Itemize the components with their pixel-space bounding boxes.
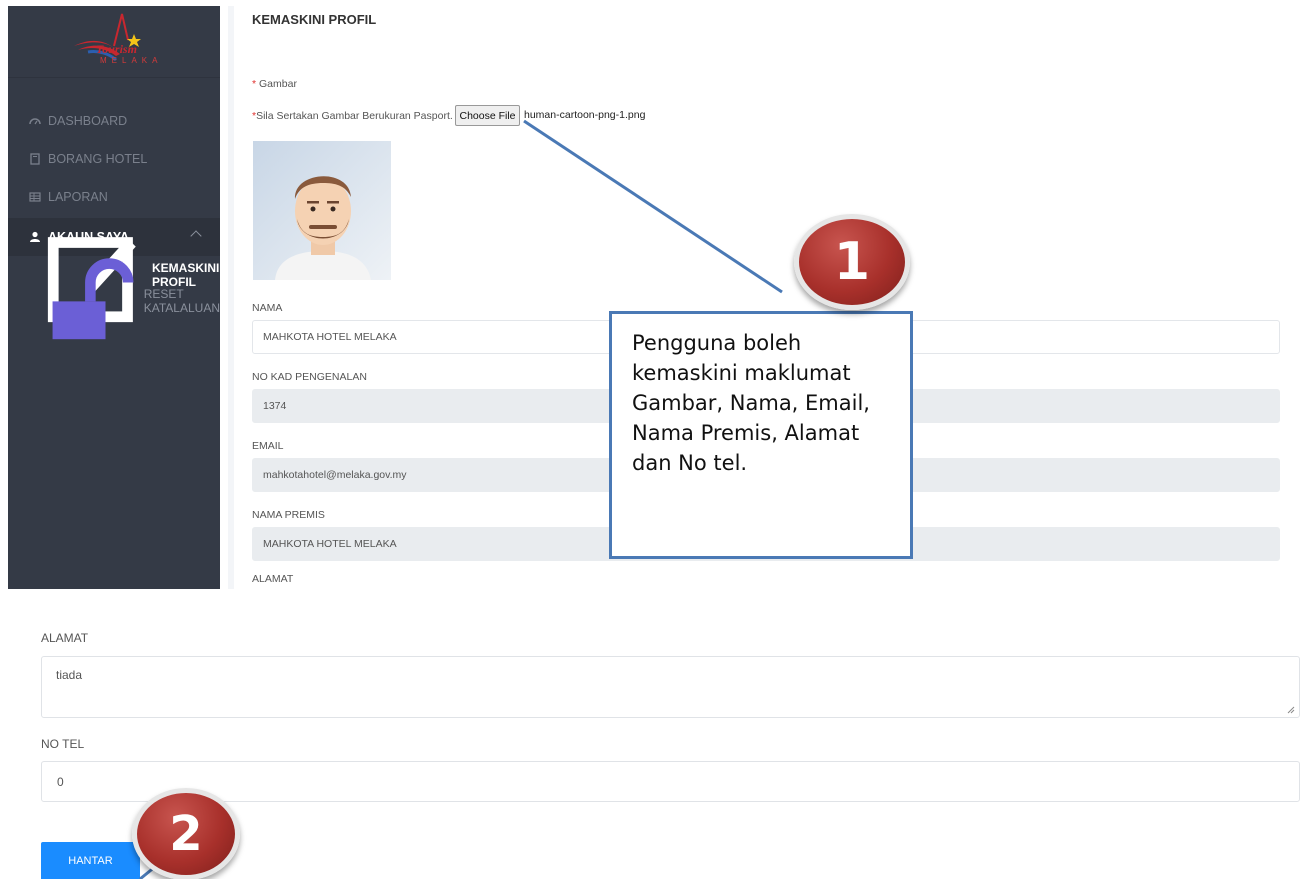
callout-note: Pengguna boleh kemaskini maklumat Gambar… [609,311,913,559]
chevron-up-icon [190,230,202,242]
premis-label: NAMA PREMIS [252,509,325,521]
choose-file-button[interactable]: Choose File [455,105,520,126]
logo-subtitle: MELAKA [100,56,163,65]
nama-value: MAHKOTA HOTEL MELAKA [263,331,397,343]
sidebar-subitem-label: RESET KATALALUAN [143,287,220,315]
tel-value: 0 [57,774,64,789]
sidebar-item-borang-hotel[interactable]: BORANG HOTEL [8,140,220,178]
alamat-label: ALAMAT [41,631,89,645]
resize-grip-icon[interactable] [1287,706,1295,714]
tel-label: NO TEL [41,737,85,751]
email-label: EMAIL [252,440,284,452]
gambar-hint: *Sila Sertakan Gambar Berukuran Pasport. [252,110,453,122]
avatar-illustration-icon [253,141,391,280]
file-icon [30,153,40,165]
ic-label: NO KAD PENGENALAN [252,371,367,383]
sidebar-item-dashboard[interactable]: DASHBOARD [8,102,220,140]
step-badge-2: 2 [132,788,240,879]
sidebar-item-label: LAPORAN [48,190,108,204]
email-value: mahkotahotel@melaka.gov.my [263,469,407,481]
page-title: KEMASKINI PROFIL [252,12,377,27]
sidebar: Tourism MELAKA DASHBOARD BORANG HOTEL LA… [8,6,220,589]
required-mark: * [252,78,257,90]
dashboard-icon [29,118,41,125]
alamat-value: tiada [56,668,83,682]
gambar-hint-text: Sila Sertakan Gambar Berukuran Pasport. [256,110,453,122]
table-icon [29,192,41,202]
alamat-textarea[interactable]: tiada [41,656,1300,718]
sidebar-item-label: DASHBOARD [48,114,128,128]
user-icon [30,231,40,242]
sidebar-item-label: BORANG HOTEL [48,152,148,166]
alamat-label-top: ALAMAT [252,573,294,585]
profile-photo [253,141,391,280]
hantar-button[interactable]: HANTAR [41,842,140,879]
file-name: human-cartoon-png-1.png [524,109,646,121]
logo-wordmark: Tourism [96,42,137,56]
unlock-icon [52,257,134,339]
callout-note-text: Pengguna boleh kemaskini maklumat Gambar… [632,331,870,475]
logo[interactable]: Tourism MELAKA [8,6,220,78]
sidebar-subitem-reset-katalaluan[interactable]: RESET KATALALUAN [8,257,220,339]
sidebar-subitem-label: KEMASKINI PROFIL [152,261,220,289]
content-divider [228,6,234,589]
gambar-label-text: Gambar [259,78,297,90]
step-badge-1: 1 [794,214,910,310]
sidebar-item-laporan[interactable]: LAPORAN [8,178,220,216]
gambar-label: * Gambar [252,78,297,90]
tel-input[interactable]: 0 [41,761,1300,802]
nama-label: NAMA [252,302,283,314]
premis-value: MAHKOTA HOTEL MELAKA [263,538,397,550]
ic-value: 1374 [263,400,287,412]
